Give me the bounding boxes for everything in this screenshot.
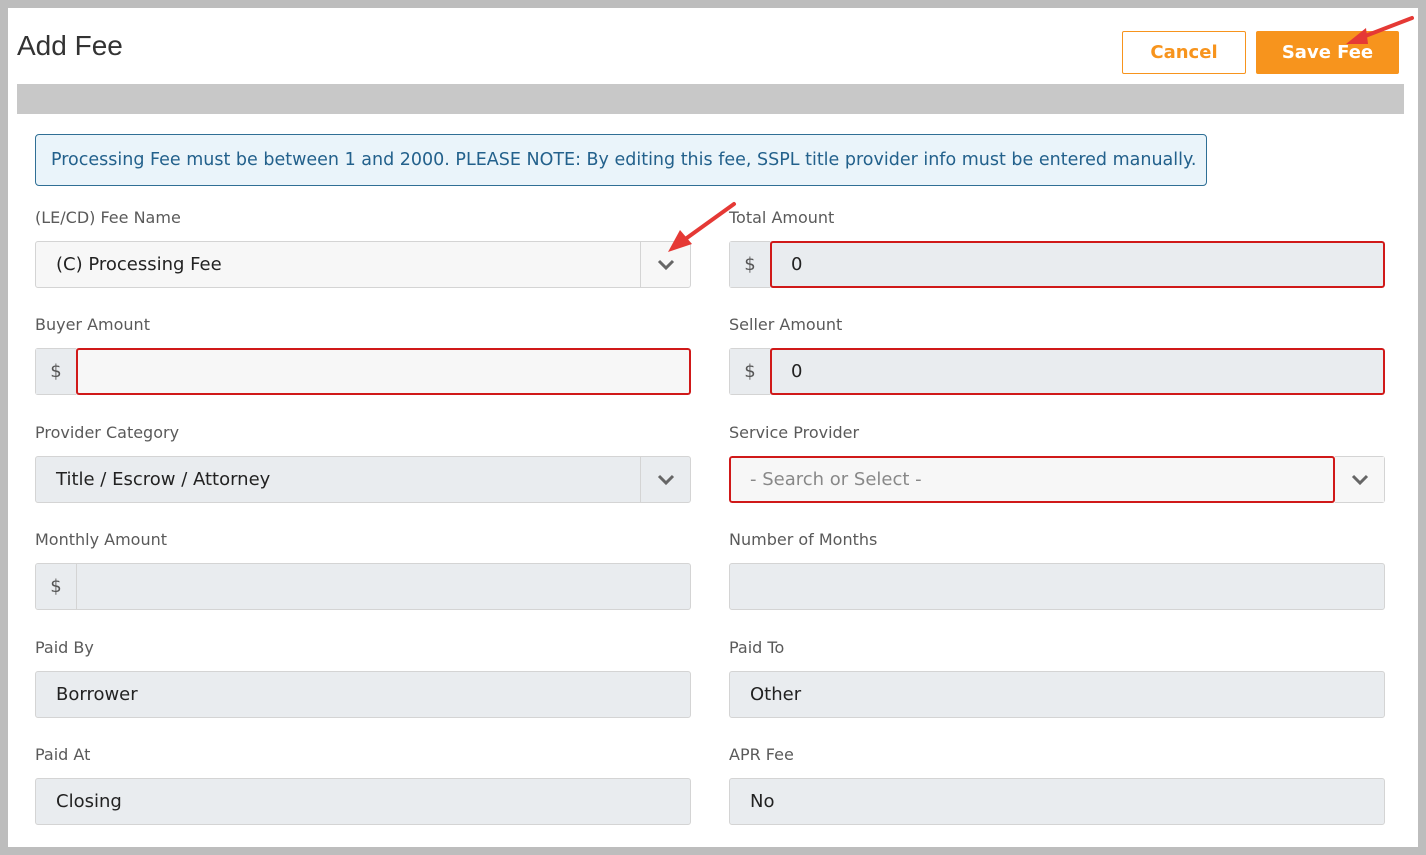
- apr-fee-value: No: [750, 791, 775, 812]
- number-of-months-input[interactable]: [729, 563, 1385, 610]
- buyer-amount-input[interactable]: [76, 348, 691, 395]
- number-of-months-value: [730, 564, 1384, 609]
- paid-to-value: Other: [750, 684, 802, 705]
- paid-by-field[interactable]: Borrower: [35, 671, 691, 718]
- currency-addon: $: [729, 348, 770, 395]
- monthly-amount-label: Monthly Amount: [35, 530, 168, 549]
- provider-category-value: Title / Escrow / Attorney: [56, 469, 271, 490]
- apr-fee-label: APR Fee: [729, 745, 794, 764]
- number-of-months-label: Number of Months: [729, 530, 878, 549]
- buyer-amount-field: $: [35, 348, 691, 395]
- cancel-button[interactable]: Cancel: [1122, 31, 1246, 74]
- paid-to-label: Paid To: [729, 638, 785, 657]
- total-amount-input[interactable]: 0: [770, 241, 1385, 288]
- total-amount-label: Total Amount: [729, 208, 835, 227]
- buyer-amount-label: Buyer Amount: [35, 315, 150, 334]
- provider-category-label: Provider Category: [35, 423, 180, 442]
- fee-name-select[interactable]: (C) Processing Fee: [35, 241, 691, 288]
- monthly-amount-field: $: [35, 563, 691, 610]
- add-fee-panel: Add Fee Cancel Save Fee Processing Fee m…: [8, 8, 1418, 847]
- monthly-amount-input[interactable]: [77, 564, 690, 609]
- currency-addon: $: [35, 348, 76, 395]
- chevron-down-icon[interactable]: [640, 242, 690, 287]
- provider-category-select[interactable]: Title / Escrow / Attorney: [35, 456, 691, 503]
- currency-addon: $: [729, 241, 770, 288]
- service-provider-search[interactable]: - Search or Select -: [729, 456, 1335, 503]
- save-fee-button[interactable]: Save Fee: [1256, 31, 1399, 74]
- paid-by-label: Paid By: [35, 638, 94, 657]
- seller-amount-input[interactable]: 0: [770, 348, 1385, 395]
- fee-name-label: (LE/CD) Fee Name: [35, 208, 181, 227]
- paid-at-label: Paid At: [35, 745, 91, 764]
- seller-amount-label: Seller Amount: [729, 315, 843, 334]
- info-notice: Processing Fee must be between 1 and 200…: [35, 134, 1207, 186]
- fee-name-value: (C) Processing Fee: [56, 254, 222, 275]
- service-provider-label: Service Provider: [729, 423, 860, 442]
- paid-to-field[interactable]: Other: [729, 671, 1385, 718]
- paid-by-value: Borrower: [56, 684, 138, 705]
- currency-addon: $: [36, 564, 77, 609]
- paid-at-value: Closing: [56, 791, 122, 812]
- chevron-down-icon[interactable]: [1335, 456, 1385, 503]
- service-provider-select[interactable]: - Search or Select -: [729, 456, 1385, 503]
- paid-at-field[interactable]: Closing: [35, 778, 691, 825]
- seller-amount-field: $ 0: [729, 348, 1385, 395]
- header-divider-bar: [17, 84, 1404, 114]
- total-amount-field: $ 0: [729, 241, 1385, 288]
- apr-fee-field[interactable]: No: [729, 778, 1385, 825]
- chevron-down-icon[interactable]: [640, 457, 690, 502]
- page-title: Add Fee: [17, 30, 123, 61]
